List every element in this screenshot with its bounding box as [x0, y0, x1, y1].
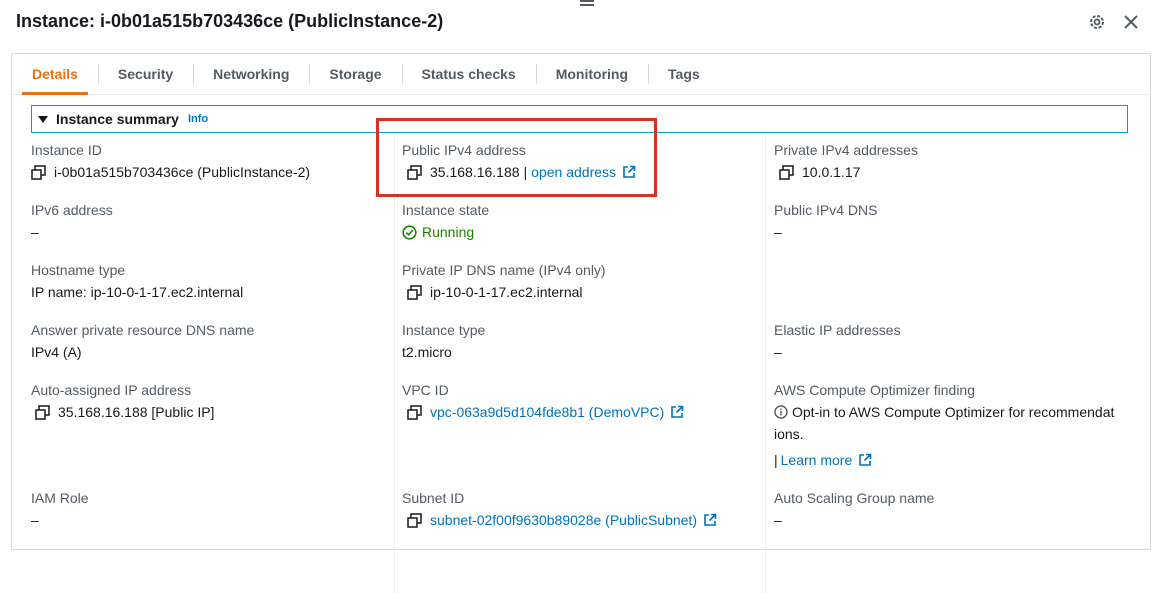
field-value: – — [774, 344, 782, 360]
caret-down-icon — [38, 115, 48, 123]
field-value: ip-10-0-1-17.ec2.internal — [430, 284, 583, 300]
instance-id-field: Instance ID i-0b01a515b703436ce (PublicI… — [31, 141, 310, 181]
optimizer-field: AWS Compute Optimizer finding Opt-in to … — [774, 381, 1134, 471]
field-label: Private IP DNS name (IPv4 only) — [402, 262, 606, 278]
external-link-icon[interactable] — [670, 405, 684, 419]
check-circle-icon — [402, 224, 417, 240]
instance-type-field: Instance type t2.micro — [402, 321, 485, 361]
open-address-link[interactable]: open address — [531, 163, 616, 181]
vpc-link[interactable]: vpc-063a9d5d104fde8b1 (DemoVPC) — [430, 403, 664, 421]
optimizer-text: Opt-in to AWS Compute Optimizer for reco… — [792, 404, 1115, 420]
copy-icon[interactable] — [407, 164, 422, 180]
separator: | — [774, 452, 778, 468]
info-circle-icon — [774, 405, 788, 419]
field-label: Private IPv4 addresses — [774, 142, 918, 158]
column-divider — [765, 133, 766, 593]
field-label: IAM Role — [31, 490, 89, 506]
tab-details[interactable]: Details — [12, 54, 98, 95]
field-value: 10.0.1.17 — [802, 164, 861, 180]
field-value: – — [774, 512, 782, 528]
separator: | — [523, 164, 528, 180]
settings-icon[interactable] — [1087, 12, 1107, 32]
answer-dns-field: Answer private resource DNS name IPv4 (A… — [31, 321, 254, 361]
field-label: Instance ID — [31, 142, 102, 158]
field-value: – — [774, 224, 782, 240]
tab-tags[interactable]: Tags — [648, 54, 720, 94]
copy-icon[interactable] — [407, 512, 422, 528]
vpc-id-field: VPC ID vpc-063a9d5d104fde8b1 (DemoVPC) — [402, 381, 684, 421]
public-dns-field: Public IPv4 DNS – — [774, 201, 877, 241]
field-label: Instance type — [402, 322, 486, 338]
external-link-icon[interactable] — [703, 513, 717, 527]
subnet-id-field: Subnet ID subnet-02f00f9630b89028e (Publ… — [402, 489, 717, 529]
private-ipv4-field: Private IPv4 addresses 10.0.1.17 — [774, 141, 918, 181]
tab-storage[interactable]: Storage — [309, 54, 401, 94]
tab-bar: Details Security Networking Storage Stat… — [12, 54, 1150, 95]
iam-role-field: IAM Role – — [31, 489, 89, 529]
optimizer-text-cont: ions. — [774, 426, 804, 442]
page-title: Instance: i-0b01a515b703436ce (PublicIns… — [16, 11, 444, 31]
field-label: AWS Compute Optimizer finding — [774, 382, 975, 398]
details-panel: Details Security Networking Storage Stat… — [11, 53, 1151, 593]
public-ipv4-field: Public IPv4 address 35.168.16.188 | open… — [402, 141, 636, 181]
copy-icon[interactable] — [407, 404, 422, 420]
field-label: Auto-assigned IP address — [31, 382, 192, 398]
instance-summary-toggle[interactable]: Instance summary Info — [31, 105, 1128, 133]
info-link[interactable]: Info — [188, 113, 208, 125]
asg-field: Auto Scaling Group name – — [774, 489, 934, 529]
external-link-icon[interactable] — [622, 165, 636, 179]
field-label: Public IPv4 DNS — [774, 202, 878, 218]
field-value: i-0b01a515b703436ce (PublicInstance-2) — [54, 164, 311, 180]
hostname-type-field: Hostname type IP name: ip-10-0-1-17.ec2.… — [31, 261, 243, 301]
copy-icon[interactable] — [779, 164, 794, 180]
instance-state-field: Instance state Running — [402, 201, 489, 241]
close-icon[interactable] — [1121, 12, 1141, 32]
field-value: – — [31, 224, 39, 240]
field-label: Auto Scaling Group name — [774, 490, 935, 506]
section-title: Instance summary — [56, 111, 179, 127]
auto-ip-field: Auto-assigned IP address 35.168.16.188 [… — [31, 381, 214, 421]
field-label: Public IPv4 address — [402, 142, 526, 158]
field-label: Instance state — [402, 202, 490, 218]
tab-status-checks[interactable]: Status checks — [401, 54, 536, 94]
field-label: Subnet ID — [402, 490, 465, 506]
field-value: IP name: ip-10-0-1-17.ec2.internal — [31, 284, 244, 300]
elastic-ip-field: Elastic IP addresses – — [774, 321, 901, 361]
copy-icon[interactable] — [31, 164, 46, 180]
tab-monitoring[interactable]: Monitoring — [535, 54, 648, 94]
private-dns-field: Private IP DNS name (IPv4 only) ip-10-0-… — [402, 261, 606, 301]
field-label: Answer private resource DNS name — [31, 322, 255, 338]
ipv6-field: IPv6 address – — [31, 201, 113, 241]
field-value: – — [31, 512, 39, 528]
field-value: t2.micro — [402, 344, 452, 360]
field-label: Hostname type — [31, 262, 126, 278]
external-link-icon[interactable] — [858, 453, 872, 467]
subnet-link[interactable]: subnet-02f00f9630b89028e (PublicSubnet) — [430, 511, 697, 529]
column-divider — [394, 133, 395, 593]
field-label: IPv6 address — [31, 202, 113, 218]
tab-security[interactable]: Security — [97, 54, 193, 94]
copy-icon[interactable] — [35, 404, 50, 420]
drag-handle-icon[interactable] — [580, 0, 594, 10]
field-label: Elastic IP addresses — [774, 322, 901, 338]
field-value: 35.168.16.188 [Public IP] — [58, 404, 215, 420]
field-value: IPv4 (A) — [31, 344, 82, 360]
field-label: VPC ID — [402, 382, 449, 398]
learn-more-link[interactable]: Learn more — [781, 449, 853, 471]
copy-icon[interactable] — [407, 284, 422, 300]
tab-networking[interactable]: Networking — [193, 54, 309, 94]
status-badge: Running — [422, 224, 475, 240]
field-value: 35.168.16.188 — [430, 164, 520, 180]
